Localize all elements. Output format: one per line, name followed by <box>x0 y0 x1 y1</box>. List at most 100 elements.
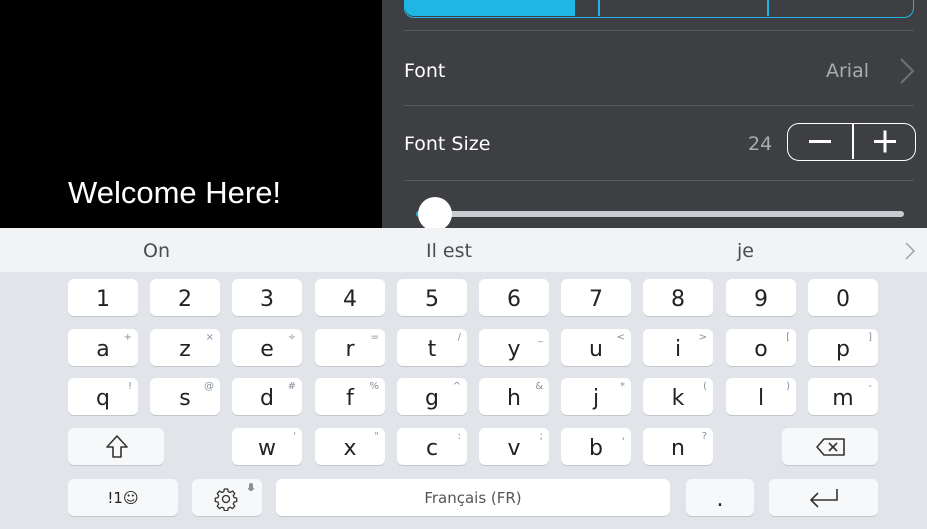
key-label: o <box>754 337 768 362</box>
segmented-control[interactable] <box>404 0 914 18</box>
font-size-stepper[interactable] <box>787 123 916 161</box>
segment-divider <box>598 0 600 16</box>
key-v[interactable]: ; v <box>479 428 549 465</box>
settings-panel: Font Arial Font Size 24 <box>382 0 927 231</box>
key-d[interactable]: # d <box>232 378 302 415</box>
divider <box>404 30 914 31</box>
key-1[interactable]: 1 <box>68 279 138 316</box>
key-label: y <box>507 337 521 362</box>
segment-active[interactable] <box>405 0 575 16</box>
key-a[interactable]: + a <box>68 329 138 366</box>
key-r[interactable]: = r <box>315 329 385 366</box>
font-size-value: 24 <box>748 133 773 155</box>
chevron-right-icon <box>900 58 915 84</box>
key-u[interactable]: < u <box>561 329 631 366</box>
key-9[interactable]: 9 <box>726 279 796 316</box>
key-label: p <box>836 337 850 362</box>
key-y[interactable]: _ y <box>479 329 549 366</box>
key-label: u <box>589 337 603 362</box>
key-b[interactable]: ,b <box>561 428 631 465</box>
key-8[interactable]: 8 <box>643 279 713 316</box>
key-label: 4 <box>343 287 357 312</box>
preview-text: Welcome Here! <box>68 175 282 210</box>
settings-key[interactable] <box>192 479 262 516</box>
font-value: Arial <box>826 60 870 82</box>
font-size-slider-thumb[interactable] <box>418 197 452 231</box>
space-key-label: Français (FR) <box>424 489 522 507</box>
key-o[interactable]: [o <box>726 329 796 366</box>
key-label: b <box>589 436 603 461</box>
key-3[interactable]: 3 <box>232 279 302 316</box>
key-k[interactable]: (k <box>643 378 713 415</box>
key-4[interactable]: 4 <box>315 279 385 316</box>
key-label: 0 <box>836 287 850 312</box>
backspace-key[interactable] <box>782 428 878 465</box>
key-label: 2 <box>178 287 192 312</box>
period-key-label: . <box>716 487 724 512</box>
key-f[interactable]: % f <box>315 378 385 415</box>
key-7[interactable]: 7 <box>561 279 631 316</box>
key-label: h <box>507 386 521 411</box>
key-label: z <box>179 337 191 362</box>
space-key[interactable]: Français (FR) <box>276 479 670 516</box>
key-label: d <box>260 386 274 411</box>
key-n[interactable]: ? n <box>643 428 713 465</box>
key-label: w <box>258 436 276 461</box>
chevron-right-icon[interactable] <box>903 240 917 262</box>
period-key[interactable]: . <box>686 479 754 516</box>
key-label: k <box>671 386 685 411</box>
key-label: i <box>674 337 682 362</box>
font-size-slider-track[interactable] <box>422 211 904 217</box>
suggestion-item[interactable]: je <box>737 240 754 262</box>
key-label: 5 <box>425 287 439 312</box>
suggestion-item[interactable]: On <box>143 240 170 262</box>
decrease-button[interactable] <box>788 124 852 159</box>
suggestion-item[interactable]: Il est <box>426 240 472 262</box>
key-s[interactable]: @ s <box>150 378 220 415</box>
key-label: t <box>427 337 437 362</box>
gear-icon <box>214 488 238 511</box>
keyboard: 1 2 3 4 5 6 7 8 9 0 + a × z ÷ e = r / t _ y < u > i [o ] p ! q @ s # d % f… <box>0 272 927 529</box>
shift-arrow-icon <box>106 435 128 458</box>
key-5[interactable]: 5 <box>397 279 467 316</box>
key-label: v <box>507 436 521 461</box>
key-q[interactable]: ! q <box>68 378 138 415</box>
key-t[interactable]: / t <box>397 329 467 366</box>
key-label: j <box>592 386 600 411</box>
key-j[interactable]: * j <box>561 378 631 415</box>
enter-key[interactable] <box>769 479 878 516</box>
segment-divider <box>767 0 769 16</box>
key-label: 7 <box>589 287 603 312</box>
key-p[interactable]: ] p <box>808 329 878 366</box>
key-m[interactable]: -m <box>808 378 878 415</box>
enter-icon <box>810 489 838 508</box>
key-0[interactable]: 0 <box>808 279 878 316</box>
key-6[interactable]: 6 <box>479 279 549 316</box>
key-label: x <box>343 436 357 461</box>
key-label: 1 <box>96 287 110 312</box>
key-l[interactable]: ) l <box>726 378 796 415</box>
minus-icon <box>809 140 831 143</box>
key-w[interactable]: ' w <box>232 428 302 465</box>
key-x[interactable]: " x <box>315 428 385 465</box>
key-label: 9 <box>754 287 768 312</box>
key-label: e <box>260 337 274 362</box>
key-c[interactable]: :c <box>397 428 467 465</box>
key-label: s <box>179 386 191 411</box>
key-2[interactable]: 2 <box>150 279 220 316</box>
increase-button[interactable] <box>853 124 917 159</box>
font-label: Font <box>404 60 446 82</box>
key-z[interactable]: × z <box>150 329 220 366</box>
backspace-icon <box>816 438 845 456</box>
shift-key[interactable] <box>68 428 164 465</box>
key-e[interactable]: ÷ e <box>232 329 302 366</box>
key-i[interactable]: > i <box>643 329 713 366</box>
key-label: r <box>345 337 355 362</box>
divider <box>404 105 914 106</box>
symbols-key[interactable]: !1☺ <box>68 479 178 516</box>
key-g[interactable]: ^ g <box>397 378 467 415</box>
key-label: c <box>425 436 439 461</box>
key-h[interactable]: & h <box>479 378 549 415</box>
key-label: q <box>96 386 110 411</box>
divider <box>404 180 914 181</box>
